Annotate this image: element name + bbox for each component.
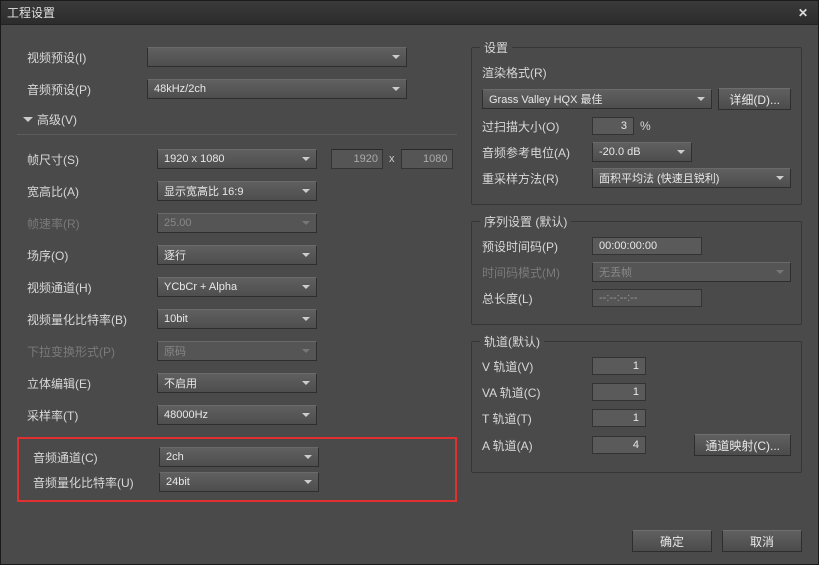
total-length-value: --:--:--:-- bbox=[592, 289, 702, 307]
pulldown-select: 原码 bbox=[157, 341, 317, 361]
tc-mode-label: 时间码模式(M) bbox=[482, 264, 592, 281]
video-preset-label: 视频预设(I) bbox=[17, 49, 147, 66]
frame-width-input: 1920 bbox=[331, 149, 383, 169]
v-track-input[interactable] bbox=[592, 357, 646, 375]
tracks-fieldset: 轨道(默认) V 轨道(V) VA 轨道(C) T 轨道(T) A 轨道(A) bbox=[471, 341, 802, 473]
settings-fieldset: 设置 渲染格式(R) Grass Valley HQX 最佳 详细(D)... … bbox=[471, 47, 802, 205]
total-length-label: 总长度(L) bbox=[482, 290, 592, 307]
va-track-label: VA 轨道(C) bbox=[482, 384, 592, 401]
sample-rate-label: 采样率(T) bbox=[17, 407, 157, 424]
audio-preset-label: 音频预设(P) bbox=[17, 81, 147, 98]
audio-ref-value: -20.0 dB bbox=[599, 146, 641, 158]
pulldown-label: 下拉变换形式(P) bbox=[17, 343, 157, 360]
settings-legend: 设置 bbox=[480, 39, 512, 56]
audio-channel-select[interactable]: 2ch bbox=[159, 447, 319, 467]
frame-rate-label: 帧速率(R) bbox=[17, 215, 157, 232]
advanced-label: 高级(V) bbox=[37, 111, 77, 128]
ok-button[interactable]: 确定 bbox=[632, 530, 712, 552]
a-track-input[interactable] bbox=[592, 436, 646, 454]
cancel-button[interactable]: 取消 bbox=[722, 530, 802, 552]
audio-bitdepth-value: 24bit bbox=[166, 476, 190, 488]
divider bbox=[17, 134, 457, 135]
t-track-label: T 轨道(T) bbox=[482, 410, 592, 427]
x-separator: x bbox=[389, 153, 395, 165]
a-track-label: A 轨道(A) bbox=[482, 437, 592, 454]
audio-channel-value: 2ch bbox=[166, 451, 184, 463]
audio-preset-select[interactable]: 48kHz/2ch bbox=[147, 79, 407, 99]
render-format-select[interactable]: Grass Valley HQX 最佳 bbox=[482, 89, 712, 109]
channel-map-button[interactable]: 通道映射(C)... bbox=[694, 434, 791, 456]
frame-rate-select: 25.00 bbox=[157, 213, 317, 233]
resample-value: 面积平均法 (快速且锐利) bbox=[599, 170, 719, 186]
field-order-label: 场序(O) bbox=[17, 247, 157, 264]
preset-tc-input[interactable] bbox=[592, 237, 702, 255]
audio-bitdepth-label: 音频量化比特率(U) bbox=[23, 474, 159, 491]
video-preset-select[interactable] bbox=[147, 47, 407, 67]
advanced-toggle[interactable]: 高级(V) bbox=[23, 111, 457, 128]
detail-button[interactable]: 详细(D)... bbox=[718, 88, 791, 110]
va-track-input[interactable] bbox=[592, 383, 646, 401]
audio-channel-label: 音频通道(C) bbox=[23, 449, 159, 466]
close-icon[interactable]: ✕ bbox=[794, 5, 812, 21]
aspect-label: 宽高比(A) bbox=[17, 183, 157, 200]
dialog-body: 视频预设(I) 音频预设(P) 48kHz/2ch 高级(V) 帧尺寸(S) 1… bbox=[1, 25, 818, 524]
video-channel-value: YCbCr + Alpha bbox=[164, 281, 237, 293]
field-order-select[interactable]: 逐行 bbox=[157, 245, 317, 265]
resample-select[interactable]: 面积平均法 (快速且锐利) bbox=[592, 168, 791, 188]
sample-rate-select[interactable]: 48000Hz bbox=[157, 405, 317, 425]
frame-rate-value: 25.00 bbox=[164, 217, 192, 229]
overscan-label: 过扫描大小(O) bbox=[482, 118, 592, 135]
frame-size-value: 1920 x 1080 bbox=[164, 153, 225, 165]
video-bitdepth-select[interactable]: 10bit bbox=[157, 309, 317, 329]
field-order-value: 逐行 bbox=[164, 247, 186, 263]
audio-preset-value: 48kHz/2ch bbox=[154, 83, 206, 95]
right-column: 设置 渲染格式(R) Grass Valley HQX 最佳 详细(D)... … bbox=[471, 41, 802, 516]
sequence-fieldset: 序列设置 (默认) 预设时间码(P) 时间码模式(M) 无丢帧 总长度(L) -… bbox=[471, 221, 802, 325]
stereo-edit-select[interactable]: 不启用 bbox=[157, 373, 317, 393]
overscan-input[interactable] bbox=[592, 117, 634, 135]
frame-size-label: 帧尺寸(S) bbox=[17, 151, 157, 168]
frame-size-select[interactable]: 1920 x 1080 bbox=[157, 149, 317, 169]
video-bitdepth-value: 10bit bbox=[164, 313, 188, 325]
video-channel-select[interactable]: YCbCr + Alpha bbox=[157, 277, 317, 297]
aspect-select[interactable]: 显示宽高比 16:9 bbox=[157, 181, 317, 201]
video-channel-label: 视频通道(H) bbox=[17, 279, 157, 296]
percent-label: % bbox=[640, 119, 651, 133]
project-settings-dialog: 工程设置 ✕ 视频预设(I) 音频预设(P) 48kHz/2ch 高级(V) bbox=[0, 0, 819, 565]
audio-ref-label: 音频参考电位(A) bbox=[482, 144, 592, 161]
stereo-edit-value: 不启用 bbox=[164, 375, 197, 391]
video-bitdepth-label: 视频量化比特率(B) bbox=[17, 311, 157, 328]
highlighted-section: 音频通道(C) 2ch 音频量化比特率(U) 24bit bbox=[17, 437, 457, 502]
audio-ref-select[interactable]: -20.0 dB bbox=[592, 142, 692, 162]
t-track-input[interactable] bbox=[592, 409, 646, 427]
sample-rate-value: 48000Hz bbox=[164, 409, 208, 421]
titlebar: 工程设置 ✕ bbox=[1, 1, 818, 25]
pulldown-value: 原码 bbox=[164, 343, 186, 359]
dialog-footer: 确定 取消 bbox=[1, 524, 818, 564]
sequence-legend: 序列设置 (默认) bbox=[480, 213, 571, 230]
tracks-legend: 轨道(默认) bbox=[480, 333, 544, 350]
stereo-edit-label: 立体编辑(E) bbox=[17, 375, 157, 392]
v-track-label: V 轨道(V) bbox=[482, 358, 592, 375]
frame-height-input: 1080 bbox=[401, 149, 453, 169]
render-format-label: 渲染格式(R) bbox=[482, 64, 592, 81]
resample-label: 重采样方法(R) bbox=[482, 170, 592, 187]
render-format-value: Grass Valley HQX 最佳 bbox=[489, 91, 603, 107]
audio-bitdepth-select[interactable]: 24bit bbox=[159, 472, 319, 492]
aspect-value: 显示宽高比 16:9 bbox=[164, 183, 243, 199]
left-column: 视频预设(I) 音频预设(P) 48kHz/2ch 高级(V) 帧尺寸(S) 1… bbox=[17, 41, 457, 516]
tc-mode-select: 无丢帧 bbox=[592, 262, 791, 282]
window-title: 工程设置 bbox=[7, 4, 55, 21]
preset-tc-label: 预设时间码(P) bbox=[482, 238, 592, 255]
tc-mode-value: 无丢帧 bbox=[599, 264, 632, 280]
